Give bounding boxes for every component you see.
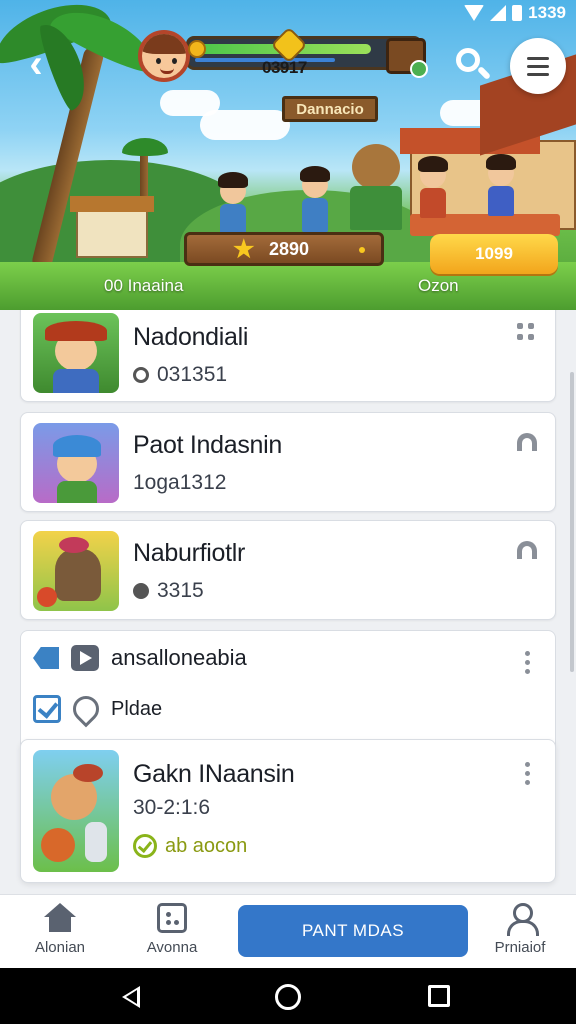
card-title: Naburfiotlr <box>133 539 246 567</box>
card-title: Nadondiali <box>133 323 249 351</box>
hut <box>76 208 148 258</box>
nav-item-home[interactable]: Alonian <box>10 903 110 956</box>
back-button[interactable]: ‹ <box>18 41 54 86</box>
group-row-label: ansalloneabia <box>111 645 247 670</box>
nav-item-label: Avonna <box>146 939 198 956</box>
check-circle-icon <box>133 834 157 858</box>
card-options-button[interactable] <box>517 541 537 565</box>
game-thumbnail <box>33 750 119 872</box>
plus-icon[interactable] <box>410 60 428 78</box>
primary-action-button[interactable]: PANT MDAS <box>238 905 468 957</box>
radio-icon <box>133 367 149 383</box>
group-row-label: Pldae <box>111 697 163 720</box>
card-title: Gakn INaansin <box>133 760 295 788</box>
system-home-icon[interactable] <box>275 984 301 1010</box>
arch-icon <box>517 541 537 559</box>
card-subtitle-text: 30-2:1:6 <box>133 796 211 819</box>
card-subtitle: 3315 <box>133 579 204 603</box>
signal-icon <box>490 5 507 21</box>
battery-icon <box>512 5 523 21</box>
checkbox-icon[interactable] <box>33 695 61 723</box>
bottom-navigation: Alonian Avonna PANT MDAS Prniaiof <box>0 894 576 968</box>
tag-icon <box>33 647 59 669</box>
hero-action-button[interactable]: 1099 <box>430 234 558 274</box>
search-icon <box>456 48 480 72</box>
cloud <box>200 110 290 140</box>
coin-icon <box>188 40 206 58</box>
play-icon <box>71 645 99 671</box>
status-text: ab aocon <box>165 834 248 857</box>
palm-leaf <box>122 138 168 156</box>
list-item[interactable]: Naburfiotlr 3315 <box>20 520 556 620</box>
status-time: 1339 <box>528 3 566 22</box>
arch-icon <box>517 433 537 451</box>
game-thumbnail <box>33 423 119 503</box>
system-back-icon[interactable] <box>122 986 140 1008</box>
status-badge: ab aocon <box>133 834 247 858</box>
card-subtitle-text: 031351 <box>157 363 228 386</box>
card-subtitle-text: 3315 <box>157 579 204 602</box>
game-banner: Dannacio ★ 2890 1099 00 Inaaina Ozon 133… <box>0 0 576 310</box>
system-navigation-bar <box>0 968 576 1024</box>
chevron-left-icon: ‹ <box>29 41 43 86</box>
coin-icon <box>359 247 365 253</box>
more-vertical-icon <box>517 760 537 785</box>
dice-icon <box>157 903 187 933</box>
card-subtitle: 30-2:1:6 <box>133 796 210 820</box>
list-item[interactable]: Gakn INaansin 30-2:1:6 ab aocon <box>20 739 556 883</box>
more-vertical-icon <box>517 649 537 674</box>
xp-value: 03917 <box>262 58 307 77</box>
card-options-button[interactable] <box>517 760 537 785</box>
card-title: Paot Indasnin <box>133 431 282 459</box>
cloud <box>160 90 220 116</box>
wifi-icon <box>464 5 485 21</box>
card-subtitle: 1oga1312 <box>133 471 226 495</box>
group-row[interactable]: Pldae <box>33 690 163 728</box>
card-options-button[interactable] <box>517 323 537 347</box>
list-item[interactable]: Paot Indasnin 1oga1312 <box>20 412 556 512</box>
coin-counter: ★ 2890 <box>184 232 384 266</box>
hero-caption-left: 00 Inaaina <box>104 276 184 295</box>
group-row[interactable]: ansalloneabia <box>33 645 247 671</box>
group-options-button[interactable] <box>517 649 537 674</box>
shop-sign: Dannacio <box>282 96 378 122</box>
game-list: Nadondiali 031351 Paot Indasnin 1oga1312 <box>0 310 576 894</box>
game-thumbnail <box>33 531 119 611</box>
nav-item-label: Alonian <box>34 939 86 956</box>
card-subtitle-text: 1oga1312 <box>133 471 227 494</box>
grid-icon <box>517 323 537 340</box>
home-icon <box>44 903 76 933</box>
player-avatar[interactable] <box>138 30 190 82</box>
menu-button[interactable] <box>510 38 566 94</box>
coin-counter-value: 2890 <box>269 238 310 259</box>
game-thumbnail <box>33 313 119 393</box>
grouped-section: ansalloneabia Pldae Gakn INaansin 30-2:1… <box>20 630 556 883</box>
star-icon: ★ <box>233 236 255 263</box>
nav-item-label: Prniaiof <box>494 939 546 956</box>
nav-item-games[interactable]: Avonna <box>122 903 222 956</box>
system-recents-icon[interactable] <box>428 985 450 1007</box>
user-icon <box>505 903 539 936</box>
scrollbar[interactable] <box>570 372 574 672</box>
search-button[interactable] <box>452 44 492 84</box>
hut-roof <box>70 196 154 212</box>
filled-dot-icon <box>133 583 149 599</box>
location-pin-icon <box>67 690 105 728</box>
hero-caption-right: Ozon <box>418 276 459 295</box>
nav-item-profile[interactable]: Prniaiof <box>470 903 570 956</box>
card-subtitle: 031351 <box>133 363 227 387</box>
status-bar: 1339 <box>464 0 576 26</box>
list-item[interactable]: Nadondiali 031351 <box>20 310 556 402</box>
card-options-button[interactable] <box>517 433 537 457</box>
